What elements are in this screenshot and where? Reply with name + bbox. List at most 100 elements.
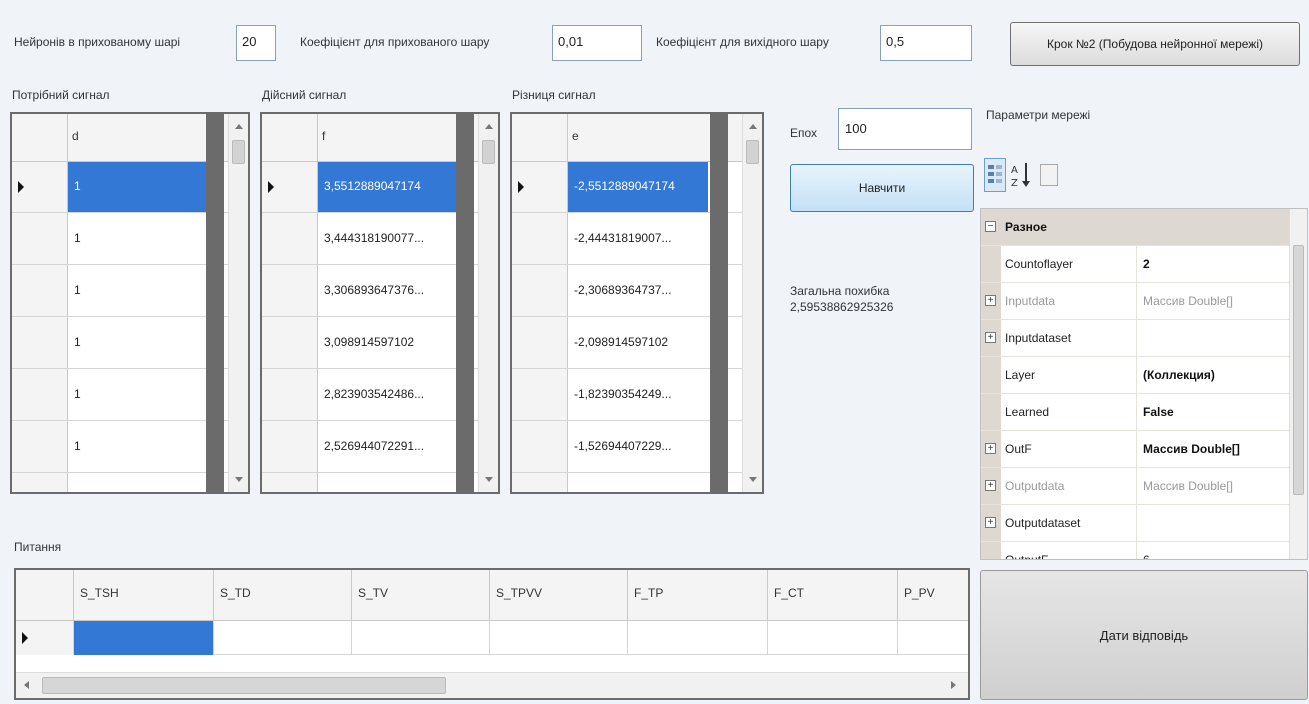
- column-header[interactable]: S_TPVV: [490, 570, 628, 621]
- column-header-e[interactable]: e: [572, 129, 579, 143]
- table-cell[interactable]: -1,2658270516...: [568, 474, 708, 492]
- actual-signal-grid[interactable]: f 3,5512889047174 3,444318190077... 3,30…: [260, 112, 500, 494]
- table-cell[interactable]: 2,2658270516...: [318, 474, 456, 492]
- horizontal-scrollbar[interactable]: [16, 672, 968, 698]
- table-cell[interactable]: 3,444318190077...: [318, 214, 456, 264]
- property-pages-icon[interactable]: [1040, 164, 1058, 186]
- table-cell[interactable]: -2,44431819007...: [568, 214, 708, 264]
- vertical-scrollbar[interactable]: [1289, 209, 1307, 559]
- table-cell[interactable]: [352, 621, 490, 655]
- scroll-thumb[interactable]: [482, 140, 495, 164]
- table-cell[interactable]: [490, 621, 628, 655]
- expand-icon[interactable]: +: [985, 443, 996, 454]
- question-grid[interactable]: S_TSH S_TD S_TV S_TPVV F_TP F_CT P_PV: [14, 568, 970, 700]
- total-error-title: Загальна похибка: [790, 284, 890, 298]
- table-cell[interactable]: [768, 621, 898, 655]
- property-value[interactable]: False: [1139, 394, 1289, 431]
- scroll-up-icon[interactable]: [749, 124, 757, 129]
- property-value[interactable]: 2: [1139, 246, 1289, 283]
- property-row[interactable]: + OutF Массив Double[]: [981, 431, 1289, 468]
- column-header[interactable]: P_PV: [898, 570, 968, 621]
- property-row[interactable]: + Inputdataset: [981, 320, 1289, 357]
- column-header[interactable]: F_TP: [628, 570, 768, 621]
- property-row[interactable]: + Inputdata Массив Double[]: [981, 283, 1289, 320]
- property-value[interactable]: [1139, 320, 1289, 357]
- output-coef-input[interactable]: 0,5: [880, 25, 972, 61]
- column-header[interactable]: S_TSH: [74, 570, 214, 621]
- expand-icon[interactable]: +: [985, 480, 996, 491]
- property-row[interactable]: + Outputdataset: [981, 505, 1289, 542]
- table-cell[interactable]: 2,526944072291...: [318, 422, 456, 472]
- property-row[interactable]: Layer (Коллекция): [981, 357, 1289, 394]
- table-cell[interactable]: 1: [68, 422, 206, 472]
- table-cell[interactable]: -2,5512889047174: [568, 162, 708, 212]
- property-value[interactable]: [1139, 505, 1289, 542]
- scroll-thumb[interactable]: [746, 140, 759, 164]
- table-row[interactable]: [16, 621, 968, 655]
- property-row[interactable]: Learned False: [981, 394, 1289, 431]
- table-cell[interactable]: -2,30689364737...: [568, 266, 708, 316]
- expand-icon[interactable]: +: [985, 295, 996, 306]
- scroll-thumb[interactable]: [1293, 245, 1304, 495]
- current-row-icon: [22, 632, 28, 644]
- neurons-input[interactable]: 20: [236, 25, 276, 61]
- categorized-view-icon[interactable]: [984, 158, 1006, 192]
- table-cell[interactable]: -1,82390354249...: [568, 370, 708, 420]
- property-value[interactable]: Массив Double[]: [1139, 431, 1289, 468]
- column-header[interactable]: S_TV: [352, 570, 490, 621]
- vertical-scrollbar[interactable]: [478, 114, 498, 492]
- table-cell[interactable]: 1: [68, 318, 206, 368]
- property-row[interactable]: Countoflayer 2: [981, 246, 1289, 283]
- table-cell[interactable]: 1: [68, 370, 206, 420]
- desired-signal-grid[interactable]: d 1 1 1 1 1 1 1: [10, 112, 250, 494]
- table-cell[interactable]: 2,823903542486...: [318, 370, 456, 420]
- vertical-scrollbar[interactable]: [228, 114, 248, 492]
- give-answer-button[interactable]: Дати відповідь: [980, 570, 1308, 700]
- table-cell[interactable]: 1: [68, 214, 206, 264]
- table-cell[interactable]: -1,52694407229...: [568, 422, 708, 472]
- property-category[interactable]: − Разное: [981, 209, 1289, 246]
- scroll-up-icon[interactable]: [235, 124, 243, 129]
- table-cell[interactable]: 1: [68, 474, 206, 492]
- table-cell[interactable]: 1: [68, 266, 206, 316]
- vertical-scrollbar[interactable]: [742, 114, 762, 492]
- step2-button[interactable]: Крок №2 (Побудова нейронної мережі): [1010, 22, 1300, 66]
- table-cell[interactable]: [628, 621, 768, 655]
- alphabetical-sort-icon[interactable]: AZ: [1010, 160, 1032, 190]
- scroll-down-icon[interactable]: [485, 477, 493, 482]
- diff-signal-grid[interactable]: e -2,5512889047174 -2,44431819007... -2,…: [510, 112, 764, 494]
- property-value[interactable]: Массив Double[]: [1139, 283, 1289, 320]
- scroll-right-icon[interactable]: [951, 681, 956, 689]
- epoch-input[interactable]: 100: [838, 108, 972, 150]
- table-cell[interactable]: 3,306893647376...: [318, 266, 456, 316]
- table-cell[interactable]: [214, 621, 352, 655]
- column-header-d[interactable]: d: [72, 129, 79, 143]
- expand-icon[interactable]: +: [985, 517, 996, 528]
- property-value[interactable]: (Коллекция): [1139, 357, 1289, 394]
- property-grid[interactable]: − Разное Countoflayer 2 + Inputdata Массив Dou…: [980, 208, 1308, 560]
- table-cell[interactable]: [74, 621, 214, 655]
- property-row[interactable]: + Outputdata Массив Double[]: [981, 468, 1289, 505]
- scroll-thumb[interactable]: [42, 677, 446, 694]
- scroll-down-icon[interactable]: [749, 477, 757, 482]
- table-cell[interactable]: 3,5512889047174: [318, 162, 456, 212]
- table-cell[interactable]: 1: [68, 162, 206, 212]
- property-value[interactable]: 6: [1139, 542, 1289, 559]
- column-header[interactable]: F_CT: [768, 570, 898, 621]
- collapse-icon[interactable]: −: [985, 221, 996, 232]
- table-cell[interactable]: -2,098914597102: [568, 318, 708, 368]
- property-row[interactable]: OutputF 6: [981, 542, 1289, 559]
- train-button[interactable]: Навчити: [790, 164, 974, 212]
- scroll-left-icon[interactable]: [24, 681, 29, 689]
- scroll-thumb[interactable]: [232, 140, 245, 164]
- expand-icon[interactable]: +: [985, 332, 996, 343]
- property-name: OutputF: [1003, 542, 1137, 559]
- table-cell[interactable]: [898, 621, 968, 655]
- scroll-down-icon[interactable]: [235, 477, 243, 482]
- scroll-up-icon[interactable]: [485, 124, 493, 129]
- table-cell[interactable]: 3,098914597102: [318, 318, 456, 368]
- property-value[interactable]: Массив Double[]: [1139, 468, 1289, 505]
- hidden-coef-input[interactable]: 0,01: [552, 25, 642, 61]
- column-header[interactable]: S_TD: [214, 570, 352, 621]
- column-header-f[interactable]: f: [322, 129, 325, 143]
